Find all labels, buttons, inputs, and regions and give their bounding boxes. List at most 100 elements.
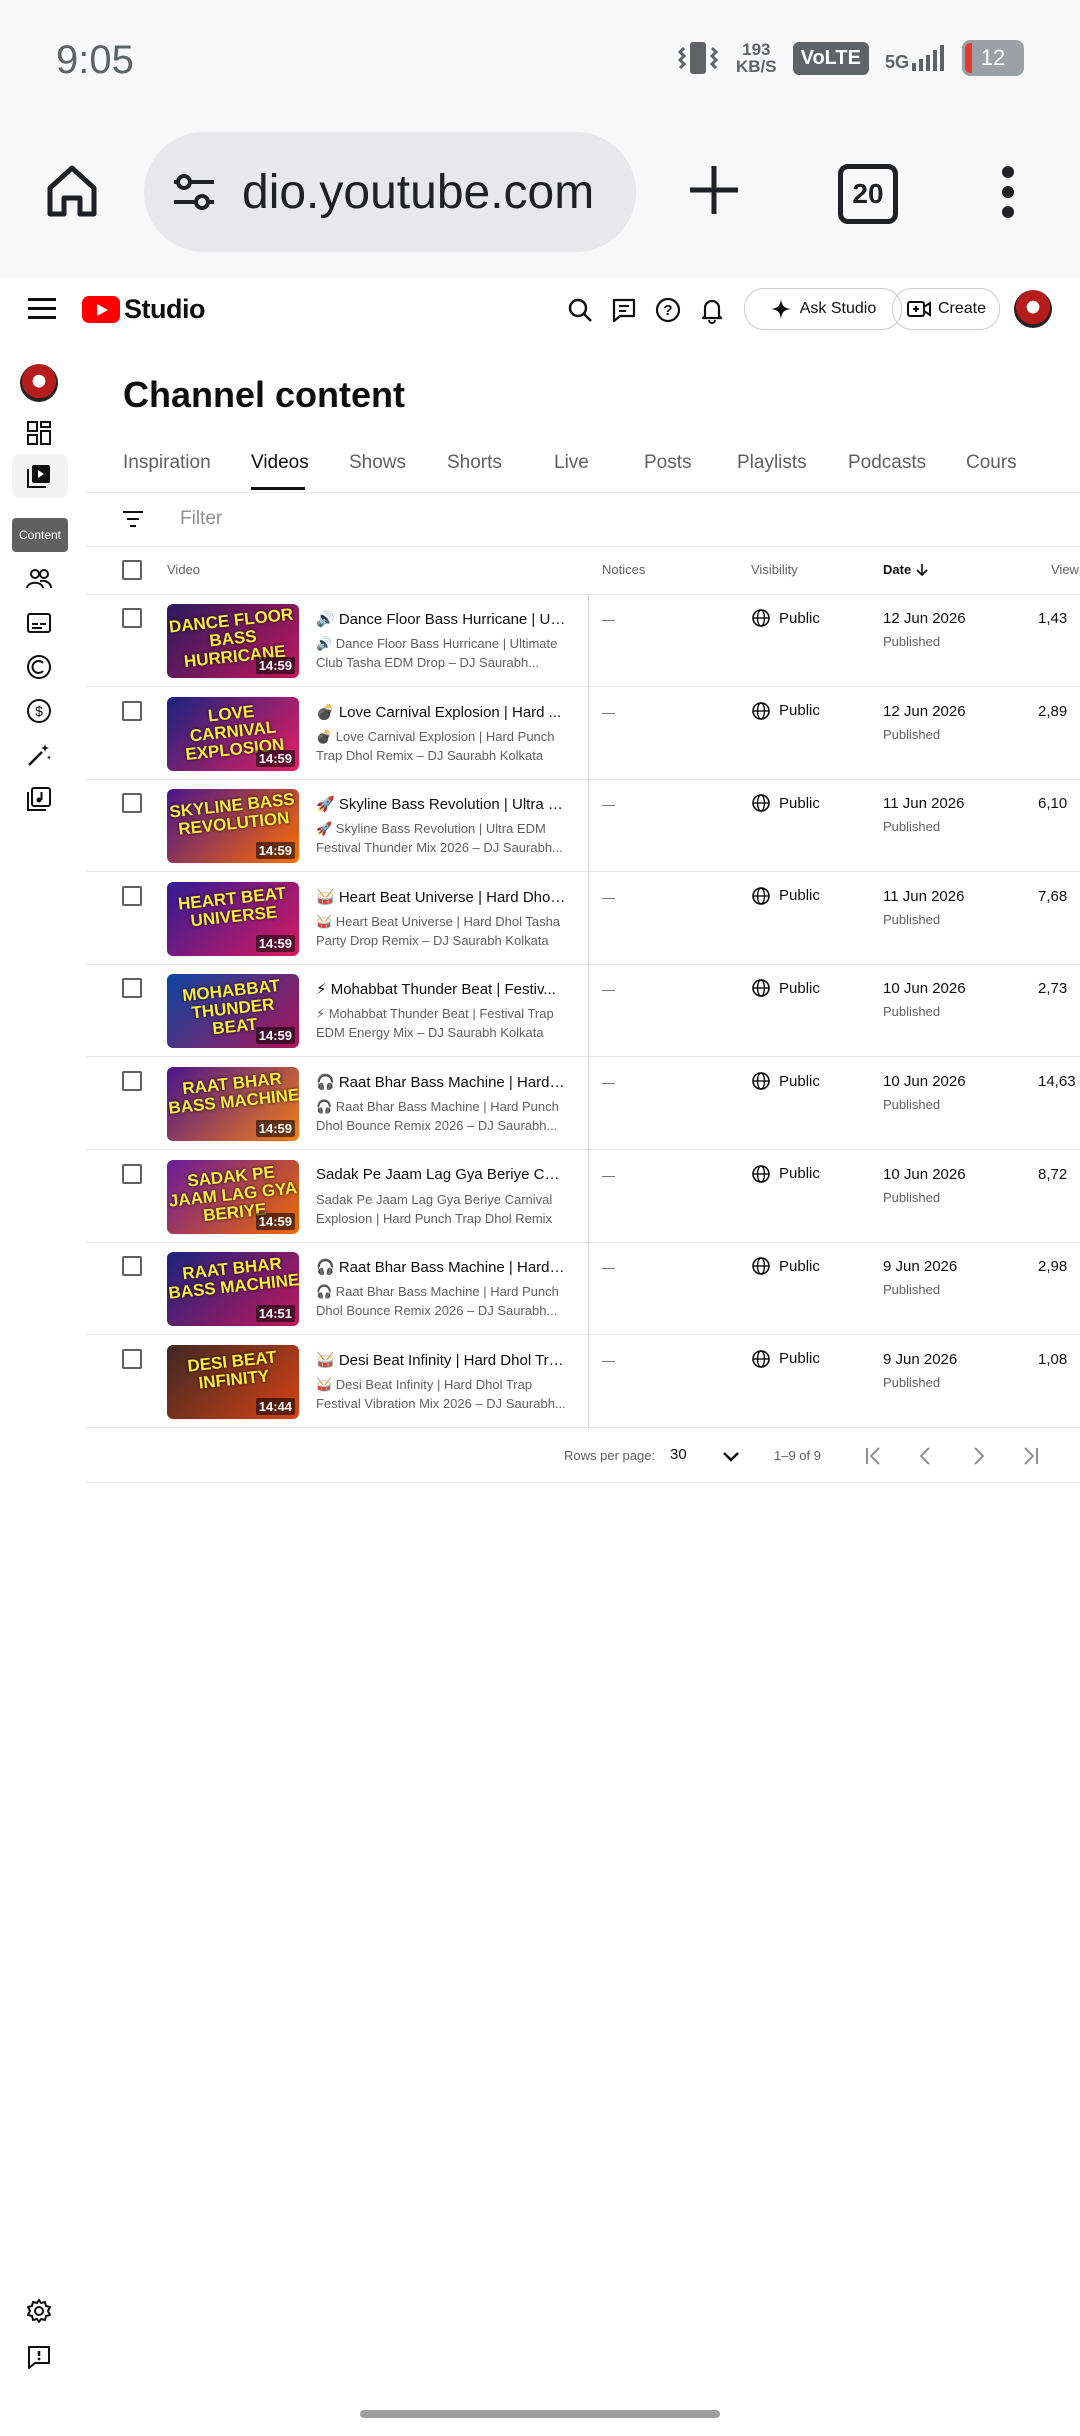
tab-shorts[interactable]: Shorts bbox=[447, 452, 502, 474]
video-thumbnail[interactable]: HEART BEAT UNIVERSE 14:59 bbox=[167, 881, 299, 956]
search-icon[interactable] bbox=[566, 296, 594, 324]
row-checkbox[interactable] bbox=[122, 885, 142, 906]
col-date-label: Date bbox=[883, 562, 912, 577]
table-row[interactable]: SKYLINE BASS REVOLUTION 14:59 🚀 Skyline Ba… bbox=[86, 779, 1080, 873]
visibility-cell[interactable]: Public bbox=[751, 1256, 820, 1276]
audio-library-icon[interactable] bbox=[26, 786, 52, 812]
earn-icon[interactable]: $ bbox=[26, 698, 52, 724]
filter-icon[interactable] bbox=[122, 510, 144, 528]
settings-icon[interactable] bbox=[26, 2298, 52, 2324]
channel-avatar[interactable] bbox=[20, 364, 58, 402]
chevron-down-icon[interactable] bbox=[720, 1446, 742, 1468]
video-title[interactable]: ⚡ Mohabbat Thunder Beat | Festiv... bbox=[316, 980, 566, 998]
video-title[interactable]: 🔊 Dance Floor Bass Hurricane | Ul... bbox=[316, 610, 566, 628]
tab-inspiration[interactable]: Inspiration bbox=[123, 452, 211, 474]
col-views[interactable]: View bbox=[1051, 562, 1079, 577]
menu-icon[interactable] bbox=[28, 298, 56, 325]
tab-posts[interactable]: Posts bbox=[644, 452, 692, 474]
address-bar[interactable]: dio.youtube.com bbox=[144, 132, 636, 252]
video-thumbnail[interactable]: MOHABBAT THUNDER BEAT 14:59 bbox=[167, 974, 299, 1049]
site-settings-icon[interactable] bbox=[170, 168, 218, 216]
tab-videos[interactable]: Videos bbox=[251, 452, 309, 474]
video-title[interactable]: 🥁 Desi Beat Infinity | Hard Dhol Tra... bbox=[316, 1351, 566, 1369]
video-thumbnail[interactable]: LOVE CARNIVAL EXPLOSION 14:59 bbox=[167, 696, 299, 771]
row-checkbox[interactable] bbox=[122, 700, 142, 721]
table-row[interactable]: SADAK PE JAAM LAG GYA BERIYE 14:59 Sadak P… bbox=[86, 1149, 1080, 1243]
table-row[interactable]: RAAT BHAR BASS MACHINE 14:59 🎧 Raat Bhar B… bbox=[86, 1057, 1080, 1150]
visibility-cell[interactable]: Public bbox=[751, 793, 820, 813]
visibility-cell[interactable]: Public bbox=[751, 608, 820, 628]
table-row[interactable]: RAAT BHAR BASS MACHINE 14:51 🎧 Raat Bhar B… bbox=[86, 1242, 1080, 1336]
send-feedback-icon[interactable] bbox=[26, 2344, 52, 2370]
create-button[interactable]: Create bbox=[892, 288, 1000, 330]
help-icon[interactable]: ? bbox=[654, 296, 682, 324]
table-row[interactable]: DESI BEAT INFINITY 14:44 🥁 Desi Beat Infin… bbox=[86, 1334, 1080, 1428]
video-title[interactable]: 🚀 Skyline Bass Revolution | Ultra E... bbox=[316, 795, 566, 813]
video-thumbnail[interactable]: DANCE FLOOR BASS HURRICANE 14:59 bbox=[167, 604, 299, 678]
row-checkbox[interactable] bbox=[122, 1163, 142, 1184]
customization-icon[interactable] bbox=[26, 742, 52, 768]
previous-page-icon[interactable] bbox=[914, 1444, 938, 1468]
next-page-icon[interactable] bbox=[966, 1444, 990, 1468]
video-thumbnail[interactable]: SKYLINE BASS REVOLUTION 14:59 bbox=[167, 789, 299, 864]
table-row[interactable]: LOVE CARNIVAL EXPLOSION 14:59 💣 Love Carni… bbox=[86, 686, 1080, 780]
tab-playlists[interactable]: Playlists bbox=[737, 452, 807, 474]
video-title[interactable]: Sadak Pe Jaam Lag Gya Beriye Car... bbox=[316, 1166, 566, 1183]
url-text[interactable]: dio.youtube.com bbox=[242, 165, 602, 220]
row-checkbox[interactable] bbox=[122, 793, 142, 814]
visibility-cell[interactable]: Public bbox=[751, 1349, 820, 1369]
filter-bar[interactable]: Filter bbox=[86, 492, 1080, 547]
col-notices[interactable]: Notices bbox=[602, 562, 645, 577]
video-title[interactable]: 💣 Love Carnival Explosion | Hard ... bbox=[316, 703, 566, 721]
ask-studio-button[interactable]: Ask Studio bbox=[744, 288, 902, 330]
first-page-icon[interactable] bbox=[862, 1444, 886, 1468]
col-visibility[interactable]: Visibility bbox=[751, 562, 798, 577]
select-all-checkbox[interactable] bbox=[122, 560, 142, 580]
tab-live[interactable]: Live bbox=[554, 452, 589, 474]
col-video[interactable]: Video bbox=[167, 562, 200, 577]
row-checkbox[interactable] bbox=[122, 1256, 142, 1277]
row-checkbox[interactable] bbox=[122, 978, 142, 999]
table-row[interactable]: HEART BEAT UNIVERSE 14:59 🥁 Heart Beat Uni… bbox=[86, 871, 1080, 965]
filter-input[interactable]: Filter bbox=[180, 508, 222, 530]
video-add-icon bbox=[906, 301, 931, 317]
tab-podcasts[interactable]: Podcasts bbox=[848, 452, 926, 474]
row-checkbox[interactable] bbox=[122, 608, 142, 628]
video-thumbnail[interactable]: DESI BEAT INFINITY 14:44 bbox=[167, 1344, 299, 1419]
video-title[interactable]: 🎧 Raat Bhar Bass Machine | Hard ... bbox=[316, 1258, 566, 1276]
table-row[interactable]: DANCE FLOOR BASS HURRICANE 14:59 🔊 Dance F… bbox=[86, 594, 1080, 687]
copyright-icon[interactable] bbox=[26, 654, 52, 680]
visibility-cell[interactable]: Public bbox=[751, 1071, 820, 1091]
signal-icon bbox=[912, 45, 944, 71]
table-row[interactable]: MOHABBAT THUNDER BEAT 14:59 ⚡ Mohabbat Thu… bbox=[86, 964, 1080, 1058]
visibility-cell[interactable]: Public bbox=[751, 978, 820, 998]
more-vert-icon[interactable] bbox=[996, 162, 1020, 222]
video-thumbnail[interactable]: RAAT BHAR BASS MACHINE 14:59 bbox=[167, 1067, 299, 1141]
feedback-chat-icon[interactable] bbox=[610, 296, 638, 324]
account-avatar[interactable] bbox=[1014, 290, 1052, 328]
row-checkbox[interactable] bbox=[122, 1348, 142, 1369]
tab-switcher-button[interactable]: 20 bbox=[838, 164, 898, 224]
video-title[interactable]: 🥁 Heart Beat Universe | Hard Dhol ... bbox=[316, 888, 566, 906]
subtitles-icon[interactable] bbox=[26, 610, 52, 636]
community-icon[interactable] bbox=[26, 566, 52, 592]
col-date[interactable]: Date bbox=[883, 562, 929, 577]
new-tab-icon[interactable] bbox=[686, 162, 742, 218]
dashboard-icon[interactable] bbox=[26, 420, 52, 446]
tab-shows[interactable]: Shows bbox=[349, 452, 406, 474]
home-icon[interactable] bbox=[42, 160, 102, 220]
content-icon[interactable] bbox=[26, 463, 52, 489]
row-checkbox[interactable] bbox=[122, 1071, 142, 1091]
notifications-icon[interactable] bbox=[698, 296, 726, 324]
studio-logo[interactable]: Studio bbox=[82, 294, 205, 325]
rows-per-page-select[interactable]: 30 bbox=[670, 1446, 687, 1463]
gesture-nav-bar[interactable] bbox=[360, 2410, 720, 2418]
tab-courses[interactable]: Cours bbox=[966, 452, 1017, 474]
video-thumbnail[interactable]: RAAT BHAR BASS MACHINE 14:51 bbox=[167, 1252, 299, 1327]
visibility-cell[interactable]: Public bbox=[751, 886, 820, 906]
visibility-cell[interactable]: Public bbox=[751, 701, 820, 721]
visibility-cell[interactable]: Public bbox=[751, 1164, 820, 1184]
video-title[interactable]: 🎧 Raat Bhar Bass Machine | Hard ... bbox=[316, 1073, 566, 1091]
last-page-icon[interactable] bbox=[1018, 1444, 1042, 1468]
video-thumbnail[interactable]: SADAK PE JAAM LAG GYA BERIYE 14:59 bbox=[167, 1159, 299, 1234]
